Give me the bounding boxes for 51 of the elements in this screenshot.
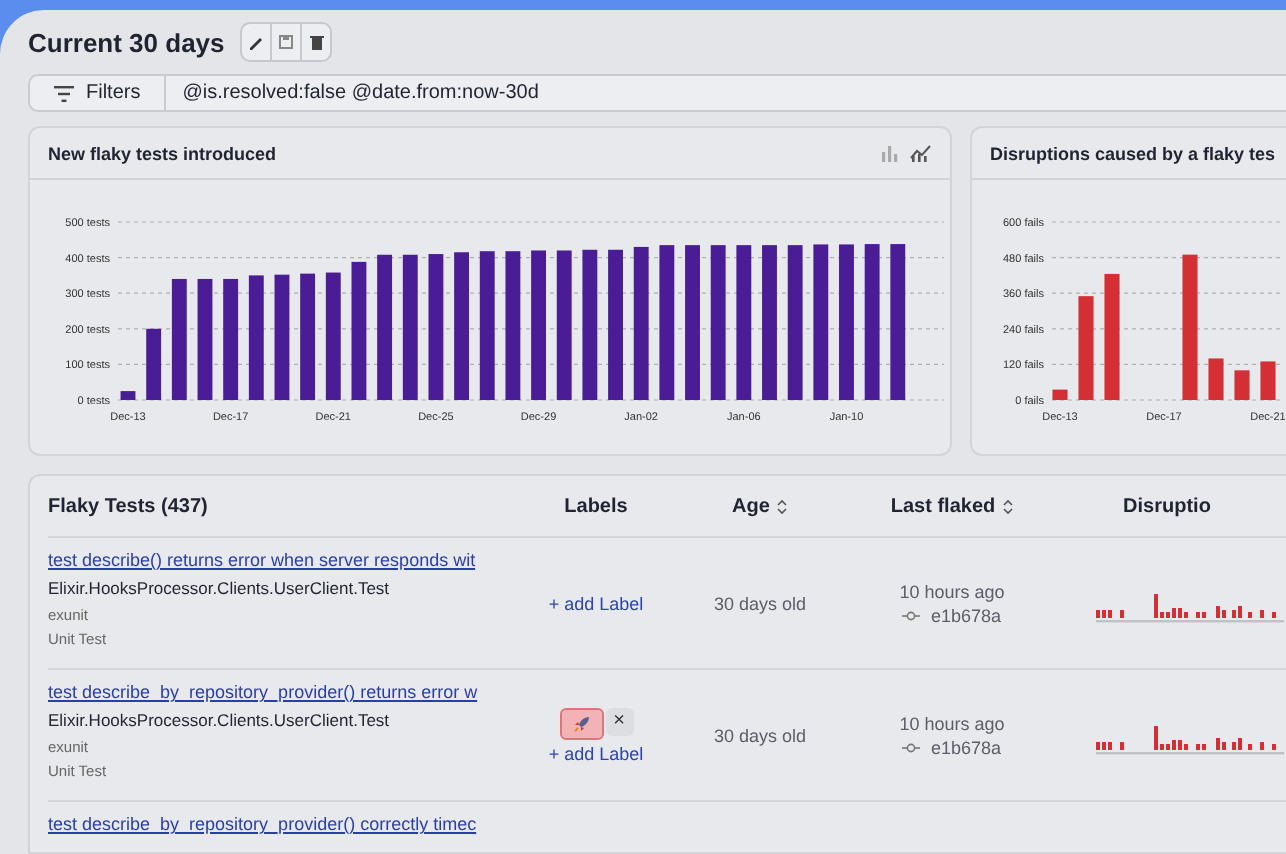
filters-button[interactable]: Filters (30, 76, 167, 111)
test-module: Elixir.HooksProcessor.Clients.UserClient.Test (48, 710, 390, 731)
add-label-button[interactable]: + add Label (548, 593, 644, 614)
bar (300, 274, 316, 401)
add-label-button[interactable]: + add Label (548, 743, 644, 764)
line-chart-icon[interactable] (910, 144, 932, 163)
bar (1234, 370, 1250, 401)
sort-icon[interactable] (1001, 497, 1014, 516)
test-link[interactable]: test describe_by_repository_provider() returns error w (48, 682, 478, 703)
last-flaked-time: 10 hours ago (899, 581, 1005, 602)
commit-hash[interactable]: e1b678a (930, 605, 1002, 626)
bar (171, 279, 187, 401)
column-header[interactable]: Last flaked (890, 495, 1014, 518)
chart-title: Disruptions caused by a flaky tes (990, 143, 1276, 164)
bar (1104, 274, 1120, 401)
column-header: Labels (564, 495, 628, 518)
bar (1260, 361, 1276, 401)
bar (197, 279, 213, 401)
pencil-icon (246, 32, 267, 52)
column-header[interactable]: Age (732, 495, 788, 518)
age-text: 30 days old (713, 725, 807, 746)
bar (223, 279, 239, 401)
commit-icon (902, 741, 921, 754)
trash-icon (306, 32, 327, 52)
commit-icon (902, 609, 921, 622)
bar (120, 391, 136, 401)
commit-hash[interactable]: e1b678a (930, 737, 1002, 758)
label-chip[interactable] (559, 707, 603, 740)
sort-icon[interactable] (775, 497, 788, 516)
bar (1208, 358, 1224, 401)
last-flaked-time: 10 hours ago (899, 713, 1005, 734)
bar (248, 275, 264, 401)
bar (274, 275, 290, 401)
column-header: Flaky Tests (437) (48, 495, 208, 518)
floppy-icon (276, 32, 297, 52)
chart-title: New flaky tests introduced (48, 143, 277, 164)
bar (1078, 296, 1094, 401)
test-link[interactable]: test describe() returns error when server responds wit (48, 550, 476, 571)
rocket-icon (571, 713, 591, 734)
test-module: Elixir.HooksProcessor.Clients.UserClient.Test (48, 578, 390, 599)
age-text: 30 days old (713, 593, 807, 614)
filter-query[interactable]: @is.resolved:false @date.from:now-30d (166, 82, 539, 105)
remove-label-button[interactable]: × (605, 707, 633, 736)
page-title: Current 30 days (28, 27, 225, 57)
column-header: Disruptio (1123, 495, 1211, 518)
filter-icon (54, 85, 74, 102)
bar (1052, 390, 1068, 401)
bar (146, 329, 162, 401)
test-link[interactable]: test describe_by_repository_provider() correctly timec (48, 814, 477, 835)
bar (351, 262, 367, 401)
bar (325, 273, 341, 401)
